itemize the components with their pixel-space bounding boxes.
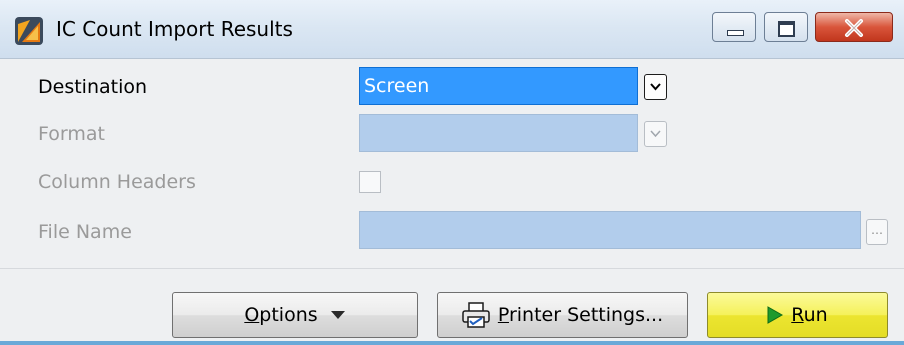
destination-label: Destination: [38, 76, 148, 98]
browse-button[interactable]: …: [866, 219, 888, 245]
play-icon: [767, 306, 784, 324]
format-dropdown-button[interactable]: [644, 121, 667, 147]
options-button[interactable]: Options: [172, 292, 418, 338]
run-label: un: [803, 304, 828, 326]
close-icon: [845, 19, 863, 37]
printer-settings-mnemonic: P: [497, 304, 509, 326]
minimize-button[interactable]: [712, 12, 756, 42]
destination-select[interactable]: Screen: [359, 67, 638, 105]
app-icon: [15, 17, 43, 45]
ellipsis-icon: …: [871, 223, 883, 237]
chevron-down-icon: [650, 83, 661, 91]
options-label: ptions: [259, 304, 318, 326]
close-button[interactable]: [815, 12, 893, 42]
destination-dropdown-button[interactable]: [644, 74, 667, 100]
format-label: Format: [38, 123, 105, 145]
column-headers-checkbox[interactable]: [359, 171, 381, 193]
options-mnemonic: O: [244, 304, 260, 326]
file-name-label: File Name: [38, 221, 132, 243]
chevron-down-icon: [650, 130, 661, 138]
printer-settings-label: rinter Settings...: [508, 304, 664, 326]
separator: [0, 268, 904, 269]
printer-settings-button[interactable]: Printer Settings...: [437, 292, 688, 338]
triangle-down-icon: [330, 311, 345, 319]
window-bottom-border: [0, 341, 904, 345]
format-select[interactable]: [359, 114, 638, 152]
file-name-input[interactable]: [359, 211, 861, 249]
column-headers-label: Column Headers: [38, 171, 196, 193]
printer-icon: [462, 302, 490, 328]
dialog-window: IC Count Import Results Destination Scre…: [0, 0, 904, 345]
maximize-button[interactable]: [764, 12, 808, 42]
run-mnemonic: R: [791, 304, 804, 326]
window-title: IC Count Import Results: [56, 17, 293, 41]
title-bar[interactable]: IC Count Import Results: [0, 0, 904, 59]
run-button[interactable]: Run: [707, 292, 888, 338]
